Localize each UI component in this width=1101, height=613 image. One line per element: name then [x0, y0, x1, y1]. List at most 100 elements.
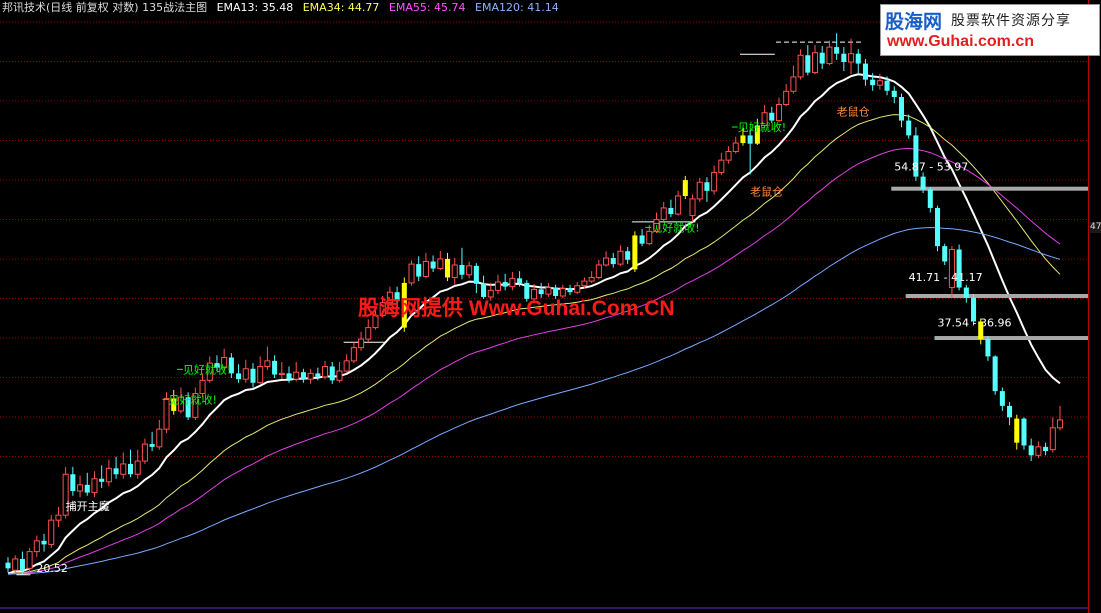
candle-body: [884, 80, 890, 91]
candle-body: [769, 112, 775, 121]
candle-body: [113, 468, 119, 475]
candle-body: [286, 373, 292, 380]
candle-body: [992, 356, 998, 392]
candle-body-up: [725, 151, 732, 161]
candle-body-up: [675, 195, 682, 215]
candle-body: [740, 135, 746, 144]
candle-body-up: [876, 80, 883, 86]
candle-body: [1007, 405, 1013, 418]
candle-body: [1014, 418, 1020, 443]
candle-body-up: [783, 90, 790, 106]
candle-body: [963, 287, 969, 298]
chart-annotation-range: 54.87 - 53.97: [894, 160, 968, 173]
candle-body: [985, 339, 991, 357]
candle-body: [236, 373, 242, 380]
candle-body-up: [55, 514, 62, 521]
candle-body: [517, 278, 523, 283]
candle-body: [41, 540, 47, 545]
candle-body: [99, 478, 105, 482]
candle-body: [898, 96, 905, 121]
candle-body: [819, 52, 825, 64]
candle-body-up: [257, 365, 264, 384]
candle-body: [639, 235, 645, 244]
candle-body: [942, 246, 948, 262]
chart-annotation-green: 见好就收!: [169, 392, 217, 406]
chart-annotation-range: 41.71 - 41.17: [909, 271, 983, 284]
candle-body-up: [1035, 446, 1042, 456]
candle-body: [841, 53, 847, 63]
candle-body-up: [278, 372, 285, 376]
candle-body-up: [48, 519, 55, 545]
candle-body: [834, 47, 840, 54]
site-logo[interactable]: 股海网 股票软件资源分享 www.Guhai.com.cn: [880, 4, 1100, 56]
candle-body: [127, 463, 134, 475]
candle-body-up: [617, 250, 624, 265]
candle-body-up: [595, 264, 602, 278]
candle-body-up: [811, 52, 819, 74]
logo-url: www.Guhai.com.cn: [887, 33, 1034, 50]
candle-body-up: [343, 360, 350, 372]
candle-body: [934, 207, 941, 247]
candle-body: [70, 474, 76, 492]
logo-brand: 股海网: [885, 11, 943, 33]
ema13-readout: EMA13: 35.48: [216, 1, 294, 14]
candle-body-up: [848, 53, 855, 63]
candle-body-up: [790, 76, 797, 92]
candle-body: [315, 373, 321, 377]
candle-body-up: [466, 265, 473, 276]
candle-body-up: [77, 484, 84, 492]
candle-body: [19, 558, 25, 571]
candle-body: [906, 120, 912, 136]
candle-body: [84, 484, 90, 493]
candle-body: [805, 55, 811, 73]
candle-body: [430, 261, 436, 269]
candle-body-up: [718, 159, 725, 173]
candle-body: [272, 360, 278, 375]
watermark-text: 股海网提供 Www.Guhai.Com.CN: [358, 297, 675, 320]
ema34-readout: EMA34: 44.77: [302, 1, 380, 14]
chart-annotation-range: 37.54 - 36.96: [938, 317, 1012, 330]
support-band: [905, 293, 1088, 298]
support-band: [934, 336, 1088, 341]
candle-body-up: [350, 347, 357, 362]
candle-body: [610, 258, 616, 265]
candle-body-up: [826, 46, 833, 65]
candle-body: [870, 79, 876, 86]
candle-body-up: [797, 54, 804, 78]
candle-body-up: [33, 540, 40, 553]
candle-body: [682, 180, 688, 196]
ema-line-ema55: [7, 147, 1061, 575]
candle-body-up: [293, 371, 300, 380]
candle-body-up: [588, 276, 595, 282]
chart-title: 邦讯技术(日线 前复权 对数) 135战法主图: [2, 1, 208, 14]
candle-body: [1028, 445, 1034, 456]
candle-body: [920, 176, 926, 190]
candle-body-up: [336, 370, 343, 381]
chart-annotation-green: 见好就收!: [738, 120, 786, 134]
candle-body-up: [242, 368, 249, 380]
candle-body-up: [408, 263, 415, 284]
candle-body-up: [322, 365, 329, 378]
chart-annotation-low: 20.52: [36, 562, 68, 575]
candle-body: [999, 391, 1005, 406]
chart-annotation-green: 见好就收!: [651, 220, 699, 234]
candle-body-up: [12, 558, 19, 571]
ema120-readout: EMA120: 41.14: [475, 1, 559, 14]
candle-body: [329, 366, 335, 381]
candle-body: [300, 372, 306, 380]
candle-body-up: [105, 467, 112, 483]
candle-body-up: [451, 264, 458, 278]
candle-body: [459, 264, 465, 275]
candle-body-up: [26, 551, 33, 569]
ema-line-ema34: [7, 114, 1061, 575]
candle-body-up: [581, 280, 588, 287]
candle-body-up: [134, 460, 141, 475]
candle-body: [891, 90, 897, 97]
candle-body: [927, 189, 933, 208]
candle-body-up: [696, 181, 703, 200]
candle-body-up: [711, 171, 718, 192]
chart-annotation-orange: 老鼠仓: [750, 184, 783, 198]
candle-body-up: [141, 443, 148, 462]
candle-body: [250, 368, 256, 383]
candle-body-up: [1049, 427, 1056, 451]
